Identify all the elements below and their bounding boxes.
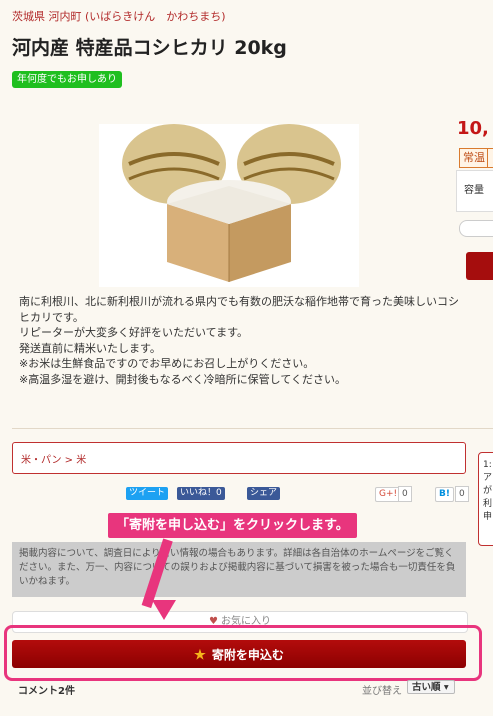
disclaimer: 掲載内容について、調査日により古い情報の場合もあります。詳細は各自治体のホームペ… [12, 542, 466, 597]
rice-box-image [99, 124, 359, 287]
sidebar-cart-button[interactable] [466, 252, 493, 280]
description-line: 発送直前に精米いたします。 [19, 341, 161, 355]
temperature-badge: 常温 [459, 148, 489, 168]
twitter-share-button[interactable]: ツイート [126, 487, 169, 500]
page-title: 河内産 特産品コシヒカリ 20kg [12, 37, 287, 59]
divider [12, 428, 493, 429]
facebook-share-button[interactable]: シェア [247, 487, 281, 500]
badge-edge [487, 148, 493, 168]
description-line: ※お米は生鮮食品ですのでお早めにお召し上がりください。 [19, 357, 315, 370]
tutorial-callout: 「寄附を申し込む」をクリックします。 [108, 513, 357, 538]
google-plus-count: 0 [398, 486, 412, 502]
side-tip: 1: ア が 利 申 [478, 452, 493, 546]
sort-label: 並び替え [362, 686, 402, 697]
status-badge: 年何度でもお申しあり [12, 71, 122, 88]
category-link[interactable]: 米・パン > 米 [21, 451, 86, 466]
hatena-count: 0 [455, 486, 469, 502]
callout-arrowhead-icon [152, 600, 176, 620]
product-description: 南に利根川、北に新利根川が流れる県内でも有数の肥沃な稲作地帯で育った美味しいコシ… [19, 294, 459, 387]
product-image [99, 124, 359, 287]
description-line: ※高温多湿を避け、開封後もなるべく冷暗所に保管してください。 [19, 372, 347, 386]
hatena-bookmark-button[interactable]: B! [435, 487, 454, 502]
quantity-pill[interactable] [459, 220, 493, 237]
capacity-label: 容量 [464, 185, 484, 196]
price-partial: 10, [457, 118, 489, 139]
facebook-like-button[interactable]: いいね！0 [177, 487, 225, 500]
highlight-frame [4, 625, 482, 681]
breadcrumb[interactable]: 茨城県 河内町 (いばらきけん かわちまち) [12, 8, 226, 24]
comments-count: コメント2件 [18, 686, 75, 697]
category-box: 米・パン > 米 [12, 442, 466, 474]
sort-value: 古い順 [412, 682, 441, 693]
description-line: 南に利根川、北に新利根川が流れる県内でも有数の肥沃な稲作地帯で育った美味しいコシ… [19, 295, 459, 324]
description-line: リピーターが大変多く好評をいただいてます。 [19, 326, 249, 339]
sort-select[interactable]: 古い順 ▾ [407, 680, 455, 694]
